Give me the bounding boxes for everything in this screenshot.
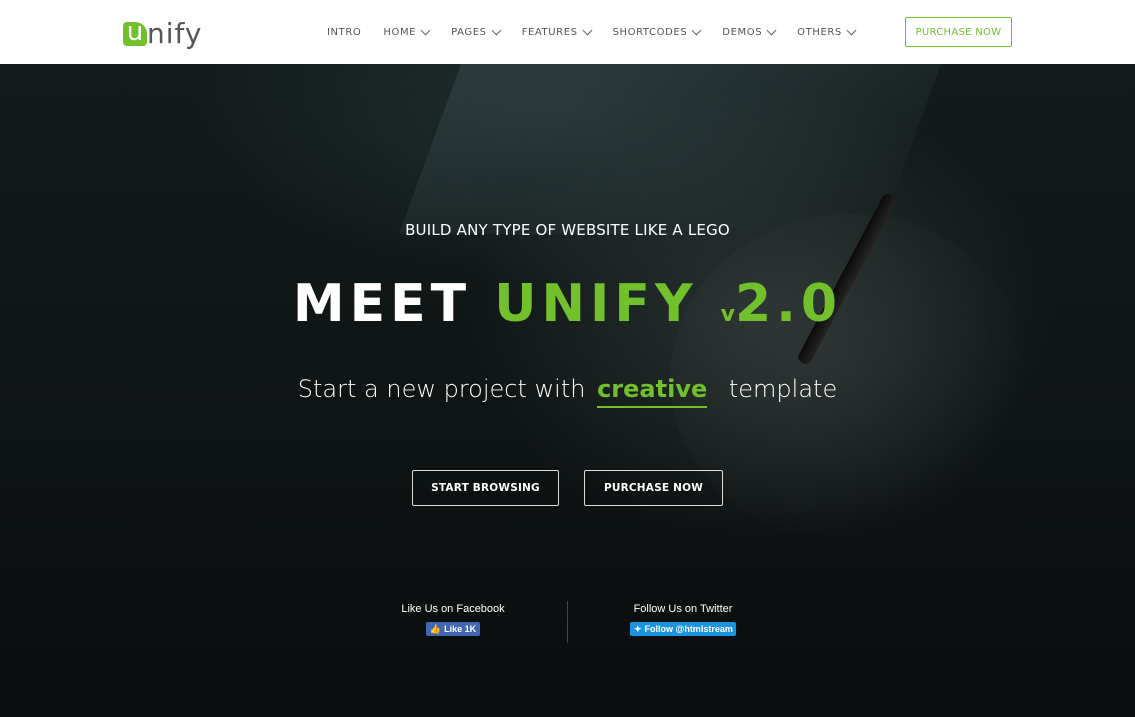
top-header: u nify INTRO HOME PAGES FEATURES SHORTCO… [0,0,1135,64]
twitter-block: Follow Us on Twitter ✦ Follow @htmlstrea… [618,603,748,637]
nav-item-others[interactable]: OTHERS [797,25,857,38]
facebook-like-button[interactable]: 👍 Like 1K [425,622,481,636]
nav-label: SHORTCODES [612,27,688,38]
logo-mark: u [123,19,147,46]
title-version: 2.0 [734,274,843,334]
facebook-label: Like Us on Facebook [401,603,505,615]
subtitle-post: template [728,375,838,403]
purchase-now-hero-button[interactable]: PURCHASE NOW [584,470,723,506]
twitter-label: Follow Us on Twitter [633,603,733,615]
chevron-down-icon [766,25,777,36]
nav-label: FEATURES [521,27,578,38]
nav-label: PAGES [451,27,487,38]
hero-subtitle: Start a new project with creative templa… [0,375,1135,408]
chevron-down-icon [582,25,593,36]
hero-kicker: BUILD ANY TYPE OF WEBSITE LIKE A LEGO [405,221,730,239]
subtitle-highlight: creative [597,375,708,408]
title-unify: UNIFY [494,274,698,334]
nav-item-features[interactable]: FEATURES [521,25,593,38]
chevron-down-icon [691,25,702,36]
facebook-like-text: Like 1K [444,624,477,634]
nav-item-pages[interactable]: PAGES [451,25,502,38]
purchase-now-header-button[interactable]: PURCHASE NOW [905,17,1012,47]
hero-background-keyboard [399,64,941,234]
chevron-down-icon [420,25,431,36]
start-browsing-button[interactable]: START BROWSING [412,470,559,506]
unify-logo[interactable]: u nify [123,13,202,49]
nav-item-shortcodes[interactable]: SHORTCODES [612,25,702,38]
thumbs-up-icon: 👍 [429,623,442,634]
nav-label: DEMOS [722,27,763,38]
chevron-down-icon [491,25,502,36]
twitter-bird-icon: ✦ [634,623,642,634]
hero-title: MEET UNIFY v2.0 [0,274,1135,334]
facebook-block: Like Us on Facebook 👍 Like 1K [388,603,518,637]
chevron-down-icon [846,25,857,36]
nav-item-intro[interactable]: INTRO [327,27,361,38]
nav-label: INTRO [327,27,362,38]
main-nav: INTRO HOME PAGES FEATURES SHORTCODES DEM… [327,25,877,38]
logo-text: nify [147,17,203,50]
nav-item-home[interactable]: HOME [383,25,431,38]
nav-label: OTHERS [797,27,842,38]
title-meet: MEET [292,274,472,334]
twitter-follow-text: Follow @htmlstream [644,624,733,634]
social-divider [567,601,568,643]
nav-label: HOME [383,27,417,38]
hero-section: BUILD ANY TYPE OF WEBSITE LIKE A LEGO ME… [0,64,1135,717]
title-v: v [720,302,735,327]
subtitle-pre: Start a new project with [297,375,586,403]
nav-item-demos[interactable]: DEMOS [722,25,777,38]
twitter-follow-button[interactable]: ✦ Follow @htmlstream [630,622,736,636]
